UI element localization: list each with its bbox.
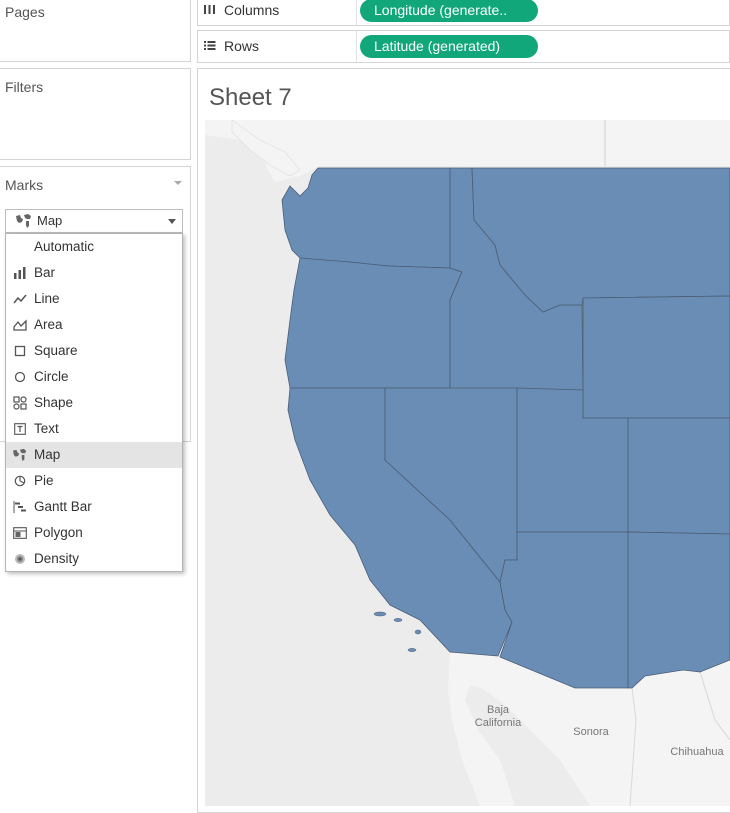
sheet-title: Sheet 7 <box>209 84 292 111</box>
shelf-divider <box>356 31 357 62</box>
map-label-sonora: Sonora <box>573 726 609 738</box>
shape-icon <box>12 390 28 416</box>
marks-menu-caret-icon[interactable] <box>174 181 182 185</box>
menu-item-bar[interactable]: Bar <box>6 260 182 286</box>
menu-item-label: Shape <box>34 395 74 410</box>
state-washington <box>281 167 451 269</box>
columns-label: Columns <box>224 2 280 18</box>
state-arizona <box>499 531 629 689</box>
mark-type-dropdown[interactable]: Map <box>5 209 183 233</box>
menu-item-label: Pie <box>34 473 54 488</box>
menu-item-circle[interactable]: Circle <box>6 364 182 390</box>
menu-item-gantt-bar[interactable]: Gantt Bar <box>6 494 182 520</box>
menu-item-line[interactable]: Line <box>6 286 182 312</box>
mark-type-menu: Automatic Bar Line Area Square Circle Sh… <box>5 233 183 572</box>
gantt-icon <box>12 494 28 520</box>
channel-island <box>407 648 417 652</box>
line-icon <box>12 286 28 312</box>
latitude-pill[interactable]: Latitude (generated) <box>360 35 538 58</box>
channel-island <box>373 611 387 617</box>
rows-label: Rows <box>224 38 260 54</box>
marks-title: Marks <box>5 177 44 193</box>
menu-item-label: Line <box>34 291 60 306</box>
menu-item-polygon[interactable]: Polygon <box>6 520 182 546</box>
menu-item-label: Text <box>34 421 59 436</box>
menu-item-label: Circle <box>34 369 69 384</box>
map-view[interactable]: Baja California Sonora Chihuahua <box>205 120 730 806</box>
density-icon <box>12 546 28 572</box>
map-icon <box>12 442 28 468</box>
columns-shelf-label: Columns <box>204 0 279 26</box>
channel-island <box>393 618 403 622</box>
menu-item-label: Gantt Bar <box>34 499 92 514</box>
text-icon <box>12 416 28 442</box>
filters-card[interactable]: Filters <box>0 68 191 160</box>
menu-item-label: Square <box>34 343 78 358</box>
menu-item-square[interactable]: Square <box>6 338 182 364</box>
menu-item-label: Map <box>34 447 61 462</box>
state-wyoming <box>582 295 730 419</box>
menu-item-label: Polygon <box>34 525 83 540</box>
menu-item-label: Automatic <box>34 239 95 254</box>
area-icon <box>12 312 28 338</box>
menu-item-label: Density <box>34 551 80 566</box>
square-icon <box>12 338 28 364</box>
menu-item-label: Area <box>34 317 63 332</box>
map-label-baja-california: Baja California <box>474 704 522 729</box>
rows-shelf[interactable]: Rows Latitude (generated) <box>197 30 730 63</box>
circle-icon <box>12 364 28 390</box>
menu-item-automatic[interactable]: Automatic <box>6 234 182 260</box>
state-colorado <box>627 417 730 535</box>
mark-type-value: Map <box>37 213 63 228</box>
pages-title: Pages <box>5 4 45 20</box>
menu-item-pie[interactable]: Pie <box>6 468 182 494</box>
columns-shelf[interactable]: Columns Longitude (generate.. <box>197 0 730 26</box>
state-oregon <box>284 257 463 389</box>
menu-item-label: Bar <box>34 265 56 280</box>
rows-shelf-label: Rows <box>204 31 259 62</box>
state-new-mexico <box>627 531 730 689</box>
menu-item-map[interactable]: Map <box>6 442 182 468</box>
menu-item-area[interactable]: Area <box>6 312 182 338</box>
bar-icon <box>12 260 28 286</box>
shelf-divider <box>356 0 357 25</box>
map-label-chihuahua: Chihuahua <box>670 746 724 758</box>
chevron-down-icon <box>168 219 176 224</box>
menu-item-density[interactable]: Density <box>6 546 182 572</box>
menu-item-text[interactable]: Text <box>6 416 182 442</box>
rows-icon <box>204 31 216 62</box>
channel-island <box>414 629 422 635</box>
pages-card: Pages <box>0 0 191 62</box>
longitude-pill[interactable]: Longitude (generate.. <box>360 0 538 22</box>
menu-item-shape[interactable]: Shape <box>6 390 182 416</box>
polygon-icon <box>12 520 28 546</box>
columns-icon <box>204 0 216 26</box>
filters-title: Filters <box>5 79 44 95</box>
pie-icon <box>12 468 28 494</box>
